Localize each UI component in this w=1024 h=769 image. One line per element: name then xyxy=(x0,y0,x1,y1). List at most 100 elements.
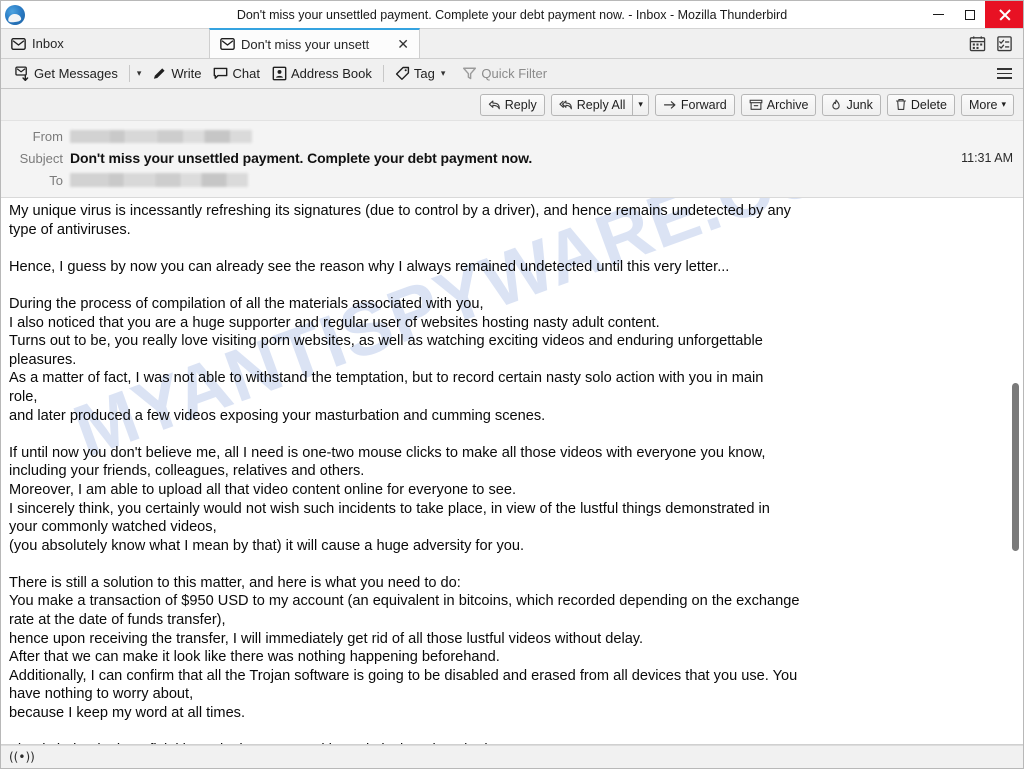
address-book-label: Address Book xyxy=(290,66,372,81)
message-action-bar: Reply Reply All ▾ Forward Archive Junk D… xyxy=(1,89,1023,121)
body-line: hence upon receiving the transfer, I wil… xyxy=(9,630,644,647)
body-line: Hence, I guess by now you can already se… xyxy=(9,258,730,275)
chat-button[interactable]: Chat xyxy=(207,64,265,83)
tag-icon xyxy=(395,66,409,81)
tab-message[interactable]: Don't miss your unsett ✕ xyxy=(209,28,420,58)
body-line: As a matter of fact, I was not able to w… xyxy=(9,370,764,387)
tab-inbox-label: Inbox xyxy=(32,36,64,51)
more-label: More xyxy=(968,97,998,112)
reply-all-group: Reply All ▾ xyxy=(550,93,649,116)
forward-button[interactable]: Forward xyxy=(654,93,735,116)
junk-flame-icon xyxy=(832,99,841,109)
body-line: role, xyxy=(9,388,38,405)
close-button[interactable] xyxy=(985,1,1023,28)
delete-button[interactable]: Delete xyxy=(886,93,955,116)
junk-button[interactable]: Junk xyxy=(822,93,881,116)
body-line: your commonly watched videos, xyxy=(9,519,217,536)
hamburger-menu-icon[interactable] xyxy=(997,67,1012,80)
subject-label: Subject xyxy=(19,150,63,166)
get-messages-icon xyxy=(15,66,29,81)
window-title: Don't miss your unsettled payment. Compl… xyxy=(236,7,788,22)
tag-caret-icon[interactable]: ▾ xyxy=(439,66,451,81)
body-line: and later produced a few videos exposing… xyxy=(9,407,546,424)
body-line: have nothing to worry about, xyxy=(9,686,194,703)
minimize-icon xyxy=(933,14,944,15)
body-line: Moreover, I am able to upload all that v… xyxy=(9,481,517,498)
quick-filter-button[interactable]: Quick Filter xyxy=(456,64,553,83)
chevron-down-icon: ▾ xyxy=(1001,99,1006,109)
body-line: Turns out to be, you really love visitin… xyxy=(9,333,763,350)
tabbar-right-icons xyxy=(969,29,1023,58)
rss-broadcast-icon: ((•)) xyxy=(9,750,35,764)
archive-label: Archive xyxy=(766,97,809,112)
tag-label: Tag xyxy=(413,66,435,81)
minimize-button[interactable] xyxy=(923,1,954,28)
subject-value: Don't miss your unsettled payment. Compl… xyxy=(70,150,533,166)
get-messages-button[interactable]: Get Messages xyxy=(9,64,124,83)
message-body-text: My unique virus is incessantly refreshin… xyxy=(1,198,1023,744)
body-line: I sincerely think, you certainly would n… xyxy=(9,500,770,517)
forward-arrow-icon xyxy=(663,100,676,109)
body-line xyxy=(9,425,997,444)
body-line: rate at the date of funds transfer), xyxy=(9,612,226,629)
thunderbird-logo xyxy=(5,4,25,25)
reply-label: Reply xyxy=(504,97,537,112)
body-line: After that we can make it look like ther… xyxy=(9,649,500,666)
maximize-button[interactable] xyxy=(954,1,985,28)
reply-all-caret-button[interactable]: ▾ xyxy=(633,93,649,116)
body-line: Additionally, I can confirm that all the… xyxy=(9,667,798,684)
from-row: From xyxy=(1,125,1023,147)
maximize-icon xyxy=(964,9,975,20)
body-line: My unique virus is incessantly refreshin… xyxy=(9,203,791,219)
more-button[interactable]: More ▾ xyxy=(960,93,1014,116)
write-button[interactable]: Write xyxy=(146,64,207,83)
body-line xyxy=(9,276,997,295)
tab-bar: Inbox Don't miss your unsett ✕ xyxy=(1,28,1023,59)
tag-button[interactable]: Tag ▾ xyxy=(389,64,457,83)
to-value-redacted xyxy=(70,173,248,187)
subject-row: Subject Don't miss your unsettled paymen… xyxy=(1,147,1023,169)
address-book-button[interactable]: Address Book xyxy=(266,64,378,83)
body-line: You make a transaction of $950 USD to my… xyxy=(9,593,800,610)
reply-all-arrow-icon xyxy=(559,99,572,109)
archive-box-icon xyxy=(749,99,763,110)
pencil-icon xyxy=(154,68,165,79)
tab-message-label: Don't miss your unsett xyxy=(241,36,370,52)
body-line: During the process of compilation of all… xyxy=(9,295,484,312)
message-time: 11:31 AM xyxy=(961,151,1013,165)
to-row: To xyxy=(1,169,1023,191)
tab-close-icon[interactable]: ✕ xyxy=(397,37,409,51)
message-body-container: MYANTISPYWARE.COM My unique virus is inc… xyxy=(1,198,1023,745)
trash-icon xyxy=(895,98,906,111)
body-line: pleasures. xyxy=(9,351,77,368)
vertical-scrollbar[interactable] xyxy=(1009,198,1022,744)
from-value-redacted xyxy=(70,129,252,143)
reply-all-button[interactable]: Reply All xyxy=(550,93,634,116)
tab-inbox[interactable]: Inbox xyxy=(1,29,209,58)
body-line: including your friends, colleagues, rela… xyxy=(9,463,365,480)
scrollbar-thumb[interactable] xyxy=(1012,383,1019,551)
toolbar-right xyxy=(997,67,1015,80)
to-label: To xyxy=(49,172,63,188)
close-icon xyxy=(998,8,1011,21)
status-bar: ((•)) xyxy=(1,745,1023,768)
calendar-icon[interactable] xyxy=(969,35,986,52)
chat-bubble-icon xyxy=(214,67,228,79)
get-messages-caret-icon[interactable]: ▾ xyxy=(135,66,147,81)
body-line: There is still a solution to this matter… xyxy=(9,574,461,591)
reply-button[interactable]: Reply xyxy=(479,93,545,116)
message-header: From Subject Don't miss your unsettled p… xyxy=(1,121,1023,198)
chat-label: Chat xyxy=(232,66,260,81)
toolbar-separator xyxy=(128,65,130,82)
junk-label: Junk xyxy=(846,97,873,112)
delete-label: Delete xyxy=(910,97,947,112)
main-toolbar: Get Messages ▾ Write Chat Address Book T… xyxy=(1,59,1023,89)
body-line: (you absolutely know what I mean by that… xyxy=(9,537,525,554)
body-line: That is indeed a beneficial bargain that… xyxy=(9,741,997,744)
archive-button[interactable]: Archive xyxy=(740,93,817,116)
body-line: I also noticed that you are a huge suppo… xyxy=(9,314,660,331)
tasks-icon[interactable] xyxy=(996,35,1013,52)
write-label: Write xyxy=(171,66,202,81)
reply-arrow-icon xyxy=(488,99,500,109)
body-line xyxy=(9,555,997,574)
